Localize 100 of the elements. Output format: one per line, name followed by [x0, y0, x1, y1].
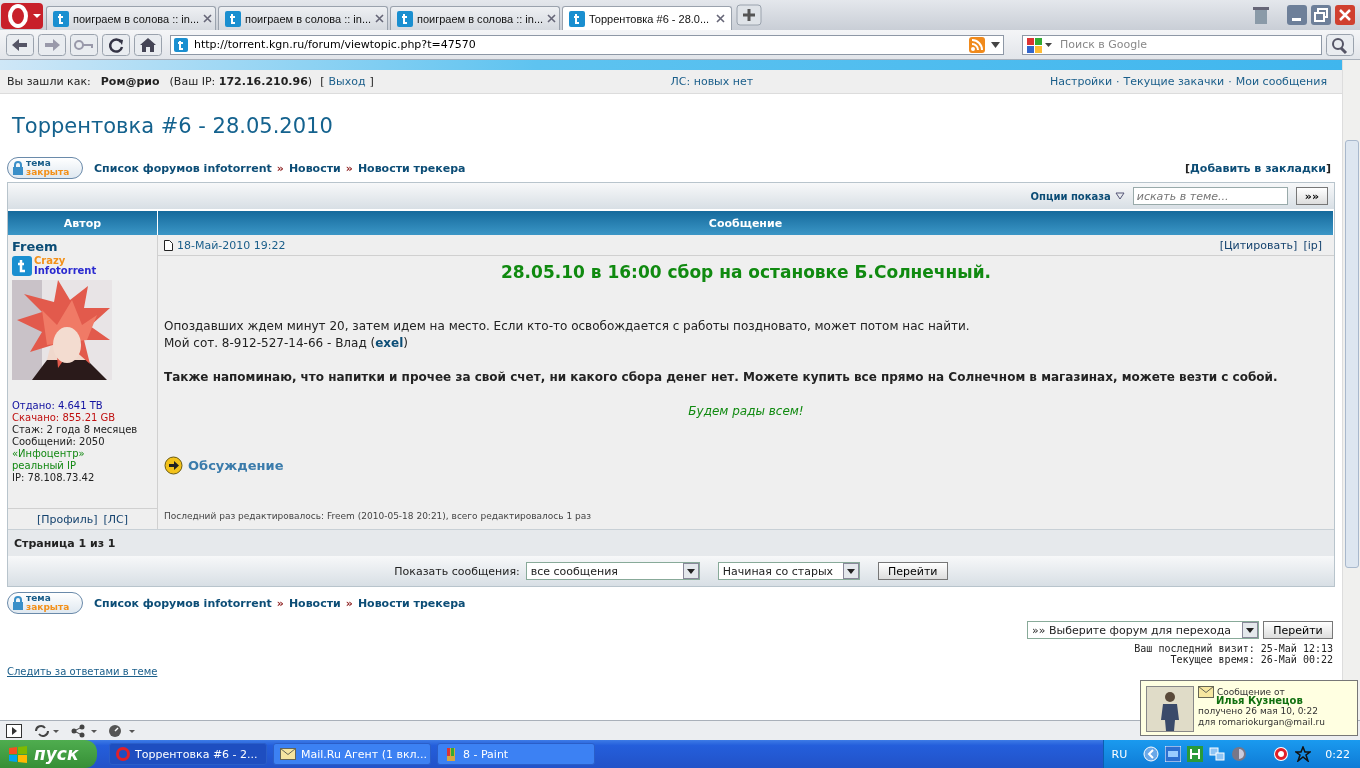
post-heading: 28.05.10 в 16:00 сбор на остановке Б.Солнечный.: [499, 262, 993, 282]
nav-link[interactable]: Текущие закачки: [1123, 75, 1225, 88]
tray-app-icon[interactable]: [1165, 746, 1182, 762]
user-stat: Отдано: 4.641 TB: [12, 400, 104, 412]
nav-link[interactable]: Настройки: [1049, 75, 1113, 88]
paint-icon: [444, 746, 458, 762]
close-icon[interactable]: [203, 14, 213, 23]
dropdown-icon[interactable]: [991, 41, 1000, 48]
scrollbar[interactable]: [1342, 60, 1360, 720]
notification-title: Сообщение от: [1217, 686, 1285, 697]
reload-icon[interactable]: [102, 33, 130, 56]
search-field[interactable]: Поиск в Google: [1022, 34, 1322, 55]
tray-app-icon[interactable]: [1231, 746, 1248, 762]
home-icon[interactable]: [134, 33, 162, 56]
rss-icon[interactable]: [969, 36, 985, 53]
go-button[interactable]: Перейти: [877, 562, 948, 580]
minimize-icon[interactable]: [1286, 4, 1308, 26]
arrow-left-icon[interactable]: [1143, 746, 1160, 762]
panel-toggle-icon[interactable]: [6, 723, 22, 738]
post-date-link[interactable]: 18-Май-2010 19:22: [177, 238, 286, 252]
username: Ром@рио: [100, 75, 160, 88]
user-stat: реальный IP: [12, 460, 77, 472]
nav-link[interactable]: Мои сообщения: [1235, 75, 1327, 88]
close-icon[interactable]: [716, 14, 725, 23]
close-icon[interactable]: [547, 14, 557, 23]
received-time: получено 26 мая 10, 0:22: [1198, 706, 1319, 717]
arrow-circle-icon[interactable]: [164, 456, 183, 475]
breadcrumb-link[interactable]: Список форумов infotorrent: [94, 161, 272, 175]
site-icon: [569, 10, 585, 27]
speed-icon[interactable]: [108, 723, 136, 738]
user-stat: IP: 78.108.73.42: [12, 472, 96, 484]
breadcrumb-separator: »: [345, 161, 353, 175]
bracket: ]: [369, 75, 374, 88]
user-stat: Скачано: 855.21 GB: [12, 412, 117, 424]
browser-tab[interactable]: Торрентовка #6 - 28.0...: [562, 6, 732, 30]
tray-app-icon[interactable]: [1187, 746, 1204, 762]
user-stat: Стаж: 2 года 8 месяцев: [12, 424, 139, 436]
taskbar-button[interactable]: 8 - Paint: [437, 743, 595, 765]
language-indicator[interactable]: RU: [1111, 747, 1128, 761]
bookmark-link[interactable]: Добавить в закладки: [1190, 161, 1326, 175]
opera-menu-icon[interactable]: [0, 2, 44, 30]
breadcrumb-link[interactable]: Новости трекера: [357, 161, 466, 175]
logout-link[interactable]: Выход: [328, 75, 366, 88]
profile-link[interactable]: [Профиль]: [36, 512, 98, 526]
search-button[interactable]: »»: [1295, 187, 1328, 205]
go-button[interactable]: Перейти: [1263, 621, 1333, 639]
site-icon: [397, 10, 413, 27]
post-text: Мой сот. 8-912-527-14-66 - Влад (exel): [164, 335, 409, 352]
envelope-icon: [280, 748, 296, 760]
opera-icon[interactable]: [1273, 746, 1290, 762]
time-info: Ваш последний визит: 25-Май 12:13: [1134, 643, 1333, 654]
close-icon[interactable]: [1334, 4, 1356, 26]
post-action-link[interactable]: [ip]: [1303, 238, 1322, 252]
author-name[interactable]: Freem: [12, 239, 153, 254]
pm-status-link[interactable]: ЛС: новых нет: [670, 75, 754, 88]
forum-jump-dropdown[interactable]: »» Выберите форум для перехода: [1027, 621, 1259, 639]
windows-logo-icon: [8, 745, 28, 763]
close-icon[interactable]: [375, 14, 385, 23]
browser-tab[interactable]: поиграем в солова :: in...: [390, 6, 560, 30]
user-stat: «Инфоцентр»: [12, 448, 86, 460]
breadcrumb-link[interactable]: Новости: [288, 161, 341, 175]
separator: ·: [1116, 75, 1120, 88]
search-icon[interactable]: [1326, 33, 1354, 56]
taskbar-button[interactable]: Mail.Ru Агент (1 вкл...: [273, 743, 431, 765]
display-options-link[interactable]: Опции показа: [1030, 190, 1111, 202]
sender-name: Илья Кузнецов: [1216, 695, 1303, 706]
dropdown-icon: [682, 563, 699, 579]
discussion-link[interactable]: Обсуждение: [188, 458, 284, 473]
site-icon: [53, 10, 69, 27]
share-icon[interactable]: [70, 723, 98, 738]
envelope-icon: [1198, 686, 1214, 698]
new-tab-icon[interactable]: [736, 4, 762, 26]
address-field[interactable]: http://torrent.kgn.ru/forum/viewtopic.php?t=47570: [170, 34, 1004, 55]
breadcrumb-link[interactable]: Новости: [288, 596, 341, 610]
breadcrumb-link[interactable]: Новости трекера: [357, 596, 466, 610]
post-text: Также напоминаю, что напитки и прочее за свой счет, ни какого сбора денег нет. Можете купить все прямо на Солнечном в магазинах, можете везти с собой.: [164, 369, 1279, 386]
post-text: Опоздавших ждем минут 20, затем идем на место. Если кто-то освобождается с работы поздновато, может потом нас найти.: [164, 318, 971, 335]
bracket: [: [320, 75, 325, 88]
taskbar-button[interactable]: Торрентовка #6 - 2...: [109, 743, 267, 765]
post-action-link[interactable]: [Цитировать]: [1219, 238, 1298, 252]
messages-dropdown[interactable]: все сообщения: [525, 562, 700, 580]
topic-search-field[interactable]: искать в теме...: [1132, 187, 1288, 205]
browser-tab[interactable]: поиграем в солова :: in...: [218, 6, 388, 30]
opera-icon: [116, 747, 130, 761]
user-link[interactable]: exel: [375, 336, 404, 350]
restore-icon[interactable]: [1310, 4, 1332, 26]
network-icon[interactable]: [1209, 746, 1226, 762]
star-icon[interactable]: [1295, 746, 1312, 762]
rank-title: Crazy: [34, 256, 67, 266]
trash-icon[interactable]: [1250, 4, 1272, 26]
profile-link[interactable]: [ЛС]: [103, 512, 129, 526]
order-dropdown[interactable]: Начиная со старых: [717, 562, 860, 580]
breadcrumb-link[interactable]: Список форумов infotorrent: [94, 596, 272, 610]
browser-tab[interactable]: поиграем в солова :: in...: [46, 6, 216, 30]
dropdown-icon: [1242, 622, 1258, 638]
rank-title: Infotorrent: [34, 266, 97, 276]
back-icon[interactable]: [6, 33, 34, 56]
google-icon[interactable]: [1026, 36, 1054, 53]
watch-topic-link[interactable]: Следить за ответами в теме: [7, 666, 158, 677]
sync-icon[interactable]: [32, 723, 60, 738]
